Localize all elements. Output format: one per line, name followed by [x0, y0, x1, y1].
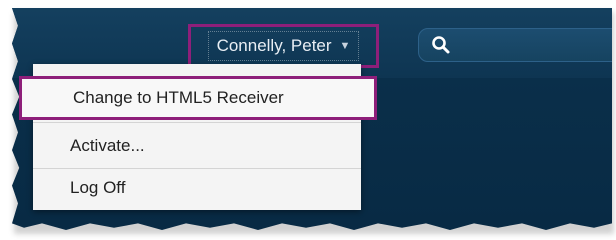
menu-item-label: Log Off: [70, 178, 126, 197]
user-name: Connelly, Peter: [216, 36, 332, 55]
menu-item-activate[interactable]: Activate...: [33, 124, 361, 168]
search-icon: [431, 35, 451, 55]
menu-item-label: Activate...: [70, 136, 145, 155]
search-input[interactable]: [459, 35, 612, 55]
user-menu-label-group: Connelly, Peter ▼: [207, 31, 360, 61]
menu-divider: [33, 122, 361, 123]
menu-item-change-to-html5-receiver[interactable]: Change to HTML5 Receiver: [19, 76, 377, 120]
search-box[interactable]: [418, 28, 612, 62]
chevron-down-icon: ▼: [339, 40, 351, 52]
menu-item-label: Change to HTML5 Receiver: [73, 88, 284, 107]
menu-item-log-off[interactable]: Log Off: [33, 166, 361, 210]
user-menu-button[interactable]: Connelly, Peter ▼: [188, 24, 379, 68]
user-dropdown-menu: Change to HTML5 Receiver Activate... Log…: [19, 64, 377, 210]
